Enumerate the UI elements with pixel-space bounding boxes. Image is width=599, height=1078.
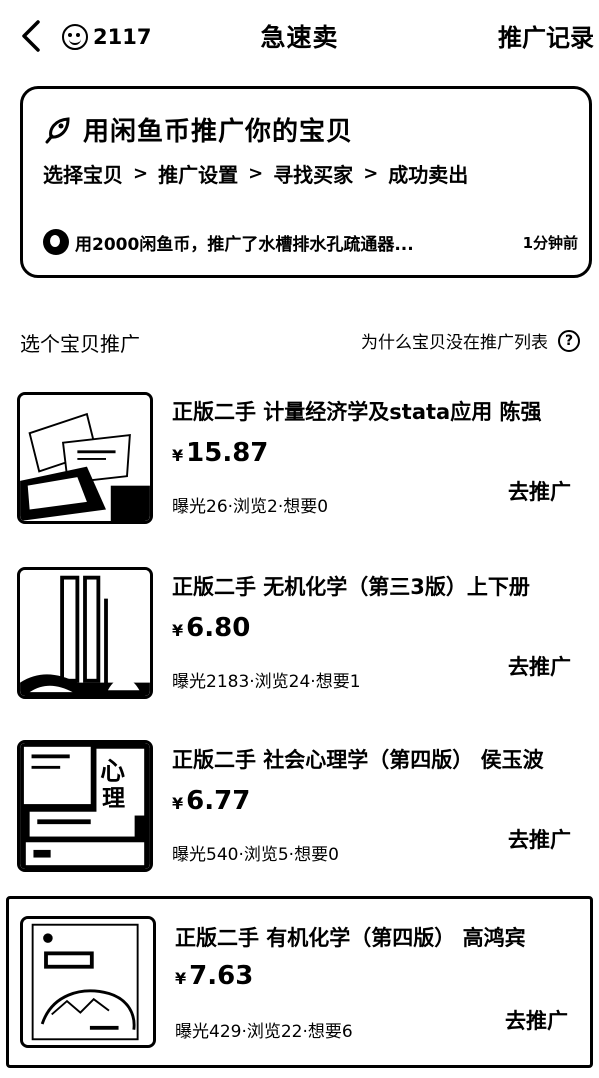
promotion-steps: 选择宝贝 > 推广设置 > 寻找买家 > 成功卖出 <box>43 159 468 188</box>
list-item[interactable]: 正版二手 计量经济学及stata应用 陈强 ¥15.87 曝光26·浏览2·想要… <box>0 380 599 540</box>
step-1: 选择宝贝 <box>43 163 123 187</box>
product-price: ¥7.63 <box>175 961 254 991</box>
promotion-records-link[interactable]: 推广记录 <box>498 18 594 53</box>
svg-text:心: 心 <box>100 756 125 785</box>
step-2: 推广设置 <box>158 163 239 187</box>
product-stats: 曝光26·浏览2·想要0 <box>172 497 329 517</box>
recent-activity: 用2000闲鱼币，推广了水槽排水孔疏通器... 1分钟前 <box>43 229 578 255</box>
product-thumbnail: 心 理 <box>17 740 153 872</box>
promote-button[interactable]: 去推广 <box>508 651 571 681</box>
product-name: 正版二手 社会心理学（第四版） 侯玉波 <box>172 748 544 772</box>
product-stats: 曝光2183·浏览24·想要1 <box>172 672 361 692</box>
activity-time: 1分钟前 <box>522 233 578 252</box>
list-item[interactable]: 心 理 正版二手 社会心理学（第四版） 侯玉波 ¥6.77 曝光540·浏览5·… <box>0 728 599 888</box>
avatar <box>43 229 69 255</box>
product-price: ¥6.77 <box>172 786 251 816</box>
promote-button[interactable]: 去推广 <box>505 1005 568 1035</box>
chevron-right-icon: > <box>248 163 264 184</box>
section-title: 选个宝贝推广 <box>20 332 140 356</box>
why-not-listed-link[interactable]: 为什么宝贝没在推广列表 ? <box>361 328 580 353</box>
product-name: 正版二手 计量经济学及stata应用 陈强 <box>172 400 542 424</box>
product-stats: 曝光429·浏览22·想要6 <box>175 1022 353 1042</box>
rocket-icon <box>43 115 73 145</box>
promo-banner: 用闲鱼币推广你的宝贝 选择宝贝 > 推广设置 > 寻找买家 > 成功卖出 用20… <box>20 86 592 278</box>
promote-button[interactable]: 去推广 <box>508 476 571 506</box>
product-thumbnail <box>20 916 156 1048</box>
svg-text:理: 理 <box>102 786 125 812</box>
chevron-right-icon: > <box>133 163 149 184</box>
step-3: 寻找买家 <box>273 163 354 187</box>
product-price: ¥15.87 <box>172 438 269 468</box>
section-header: 选个宝贝推广 为什么宝贝没在推广列表 ? <box>20 328 580 358</box>
activity-text: 用2000闲鱼币，推广了水槽排水孔疏通器... <box>75 234 414 255</box>
list-item-selected[interactable]: 正版二手 有机化学（第四版） 高鸿宾 ¥7.63 曝光429·浏览22·想要6 … <box>6 896 593 1068</box>
header-bar: 2117 急速卖 推广记录 <box>0 0 599 72</box>
chevron-right-icon: > <box>363 163 379 184</box>
product-thumbnail <box>17 567 153 699</box>
product-name: 正版二手 有机化学（第四版） 高鸿宾 <box>175 926 526 950</box>
help-text: 为什么宝贝没在推广列表 <box>361 333 548 353</box>
banner-title: 用闲鱼币推广你的宝贝 <box>83 117 354 147</box>
product-price: ¥6.80 <box>172 613 251 643</box>
product-thumbnail <box>17 392 153 524</box>
promote-button[interactable]: 去推广 <box>508 824 571 854</box>
step-4: 成功卖出 <box>388 163 469 187</box>
question-icon: ? <box>558 329 580 352</box>
list-item[interactable]: 正版二手 无机化学（第三3版）上下册 ¥6.80 曝光2183·浏览24·想要1… <box>0 555 599 715</box>
product-stats: 曝光540·浏览5·想要0 <box>172 845 339 865</box>
product-name: 正版二手 无机化学（第三3版）上下册 <box>172 575 530 599</box>
